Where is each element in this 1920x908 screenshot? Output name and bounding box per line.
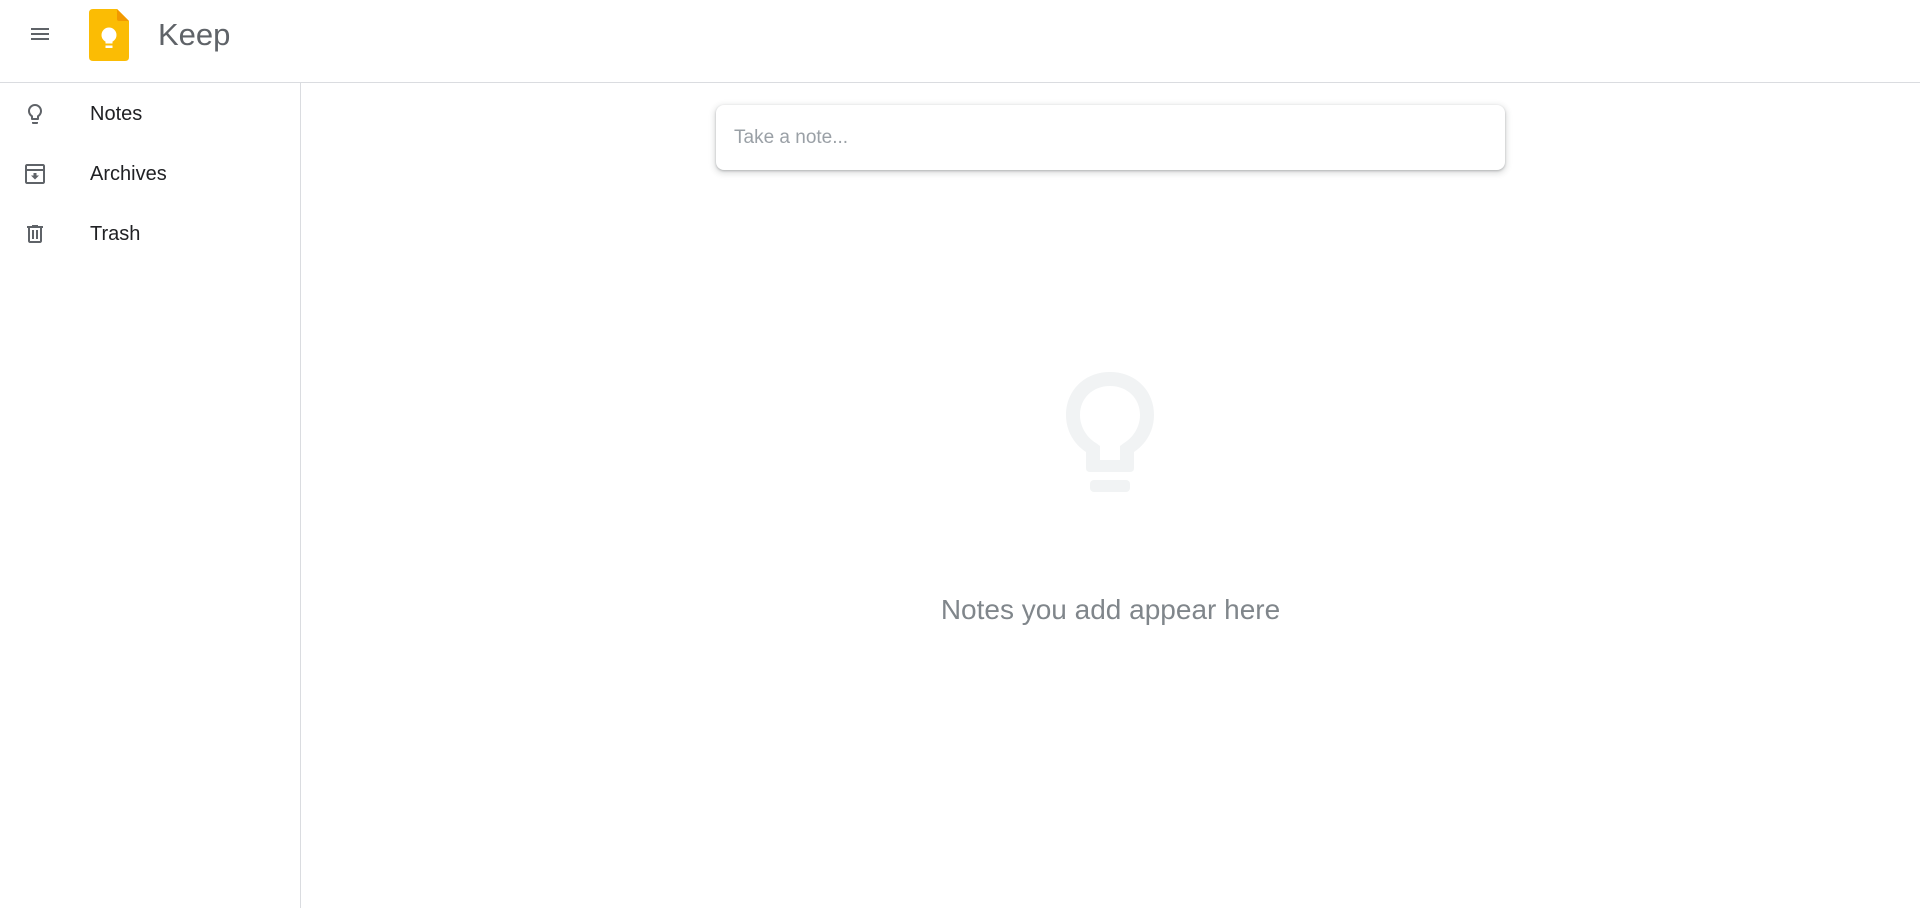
app-title: Keep (158, 17, 231, 52)
main-content: Notes you add appear here (301, 83, 1920, 908)
sidebar-item-label: Trash (90, 223, 141, 245)
sidebar-nav: Notes Archives Trash (0, 83, 301, 908)
empty-state-message: Notes you add appear here (940, 594, 1281, 625)
take-note-input[interactable] (716, 105, 1505, 170)
trash-icon (21, 220, 49, 248)
lightbulb-icon (1060, 368, 1160, 500)
sidebar-item-label: Archives (90, 163, 167, 185)
sidebar-item-archives[interactable]: Archives (0, 146, 300, 202)
main-menu-button[interactable] (17, 13, 63, 59)
app-header: Keep (0, 0, 1920, 83)
keep-logo-icon (89, 9, 129, 61)
sidebar-item-label: Notes (90, 103, 143, 125)
archive-icon (21, 160, 49, 188)
take-note-box[interactable] (716, 105, 1505, 170)
sidebar-item-notes[interactable]: Notes (0, 86, 300, 142)
hamburger-menu-icon (28, 22, 52, 51)
sidebar-item-trash[interactable]: Trash (0, 206, 300, 262)
lightbulb-icon (21, 100, 49, 128)
